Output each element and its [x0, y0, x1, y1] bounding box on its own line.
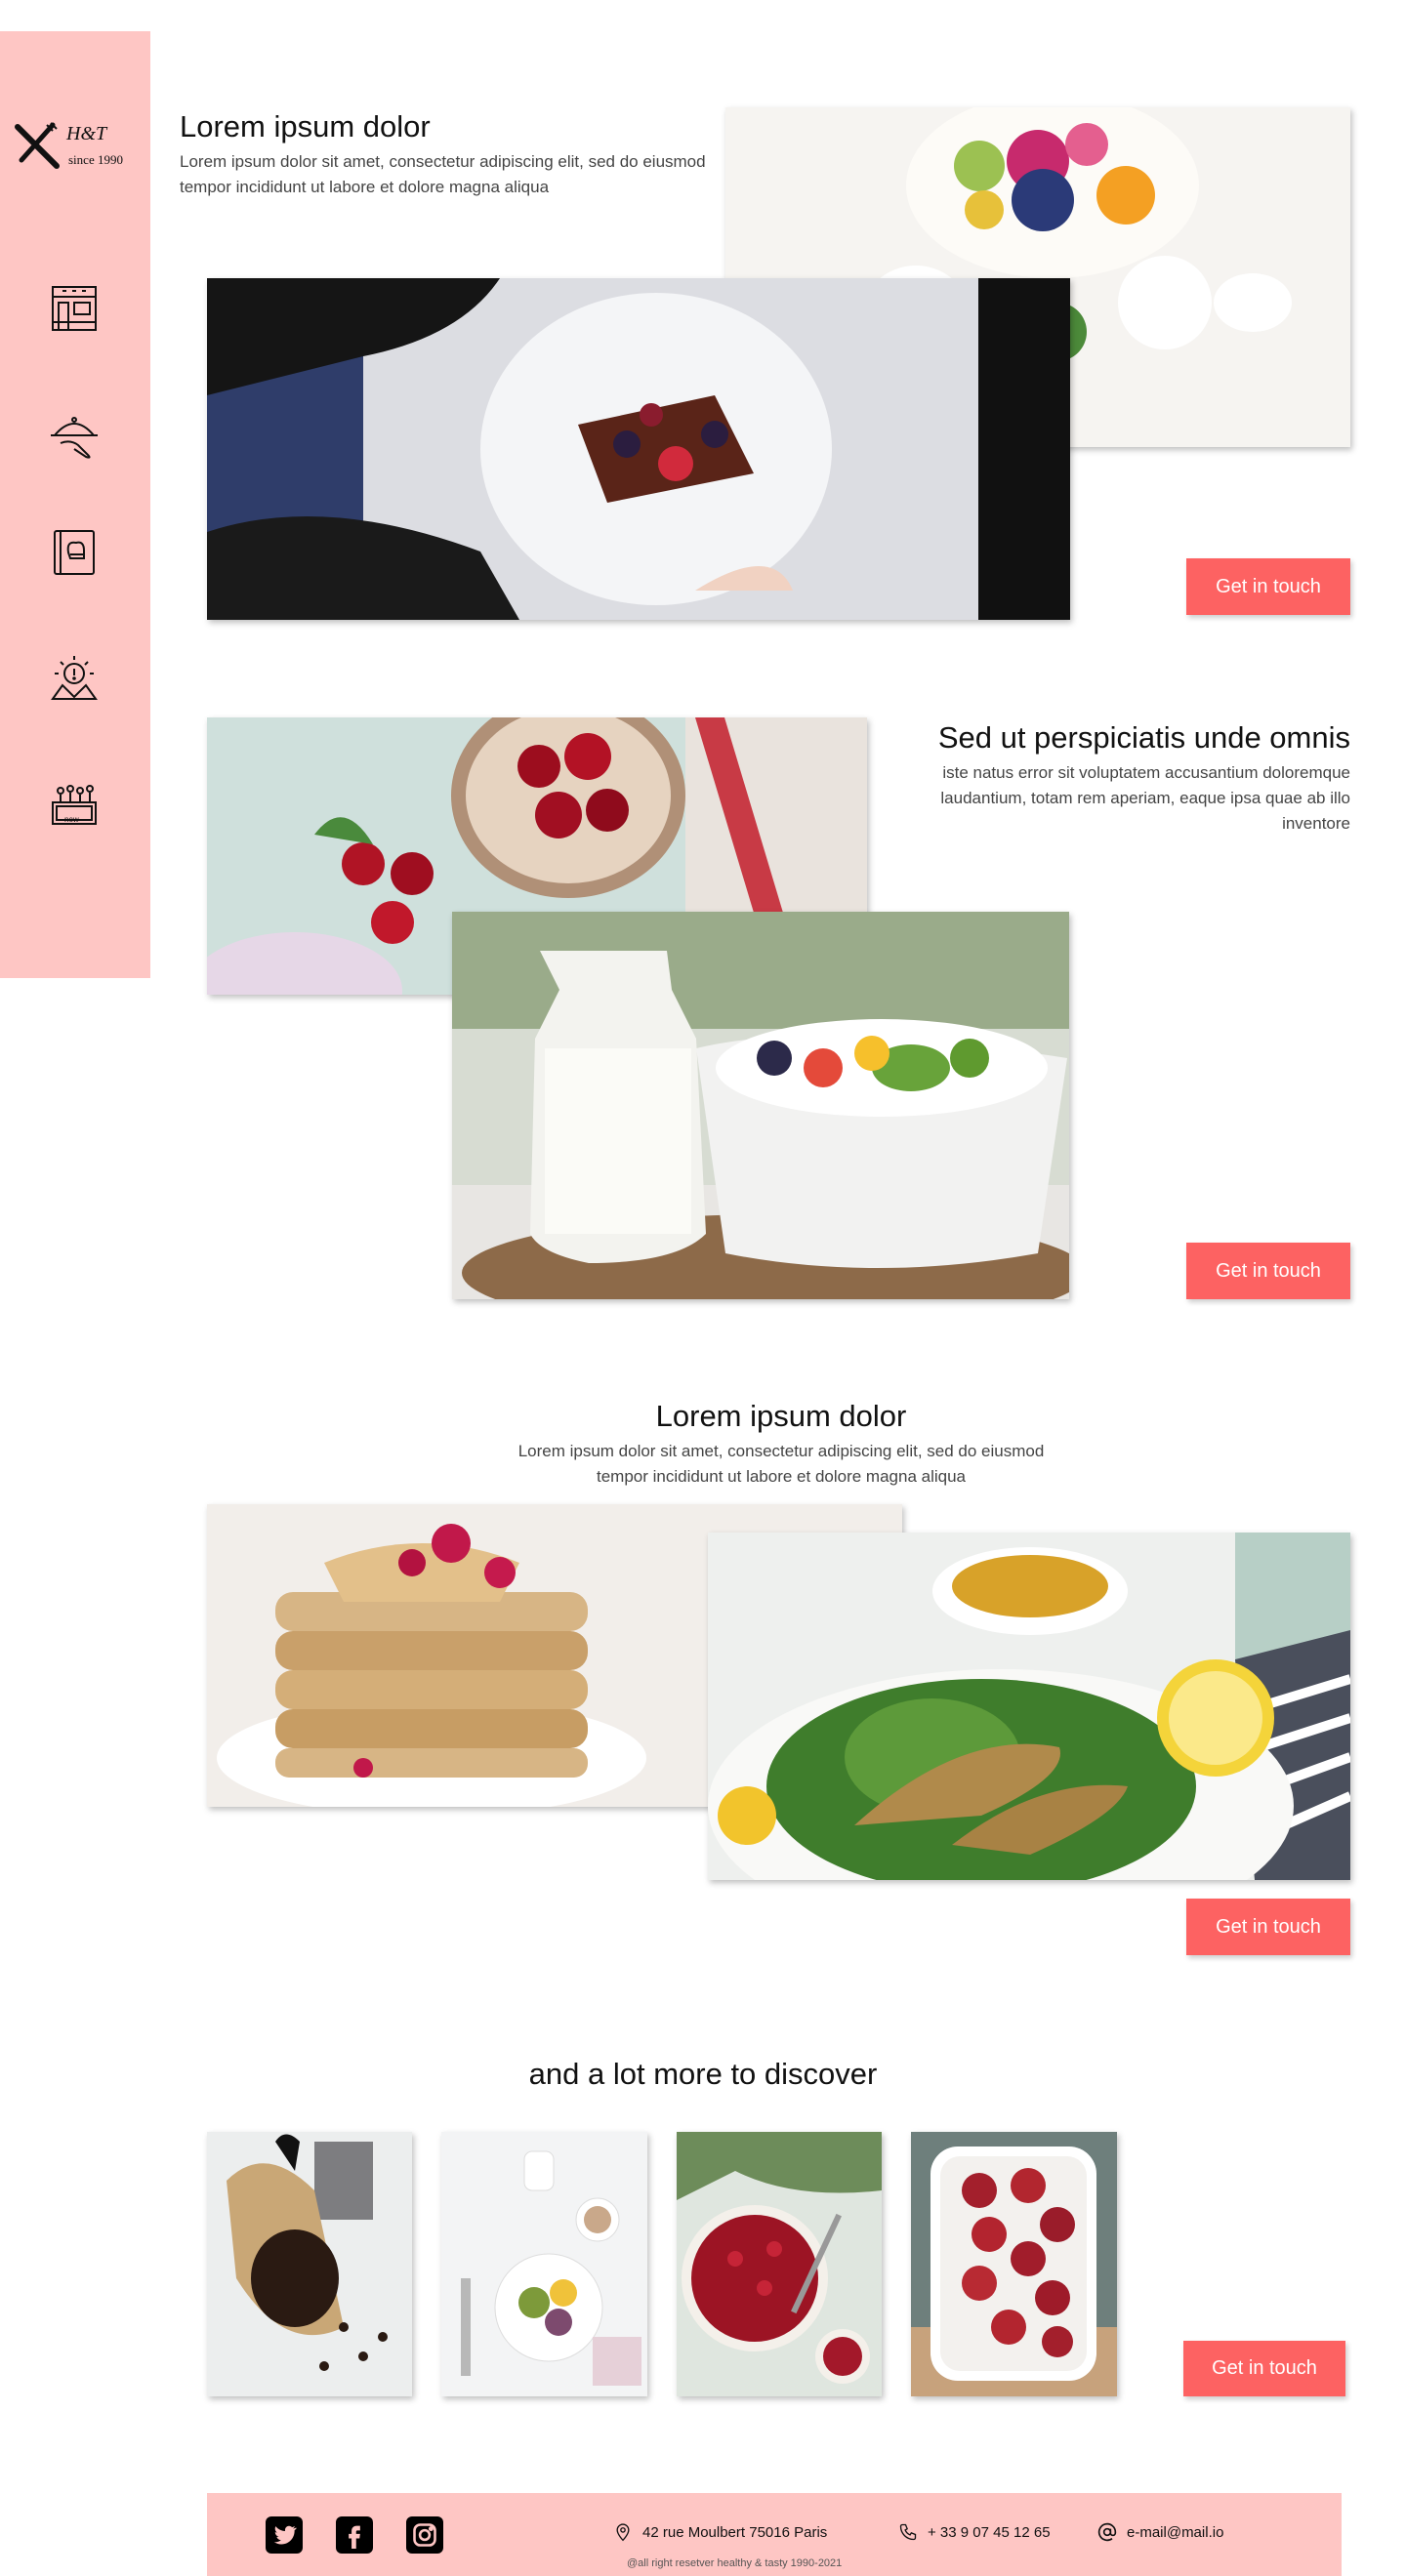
photo-salad-fish — [708, 1533, 1350, 1880]
twitter-icon — [273, 2525, 297, 2545]
sidebar-item-idea[interactable] — [47, 652, 102, 707]
fork-knife-icon — [15, 122, 60, 169]
cookbook-icon — [54, 530, 95, 575]
footer-address-text: 42 rue Moulbert 75016 Paris — [642, 2523, 828, 2541]
at-sign-icon — [1097, 2522, 1117, 2542]
location-pin-icon — [616, 2523, 630, 2542]
section1-get-in-touch-button[interactable]: Get in touch — [1186, 558, 1350, 615]
section3-text: Lorem ipsum dolor sit amet, consectetur … — [517, 1442, 1045, 1486]
section2-get-in-touch-button[interactable]: Get in touch — [1186, 1243, 1350, 1299]
section3-get-in-touch-button[interactable]: Get in touch — [1186, 1899, 1350, 1955]
footer: 42 rue Moulbert 75016 Paris + 33 9 07 45… — [207, 2493, 1342, 2576]
footer-email[interactable]: e-mail@mail.io — [1097, 2522, 1223, 2542]
storefront-icon — [52, 286, 97, 331]
phone-icon — [899, 2523, 917, 2541]
sidebar-item-new[interactable]: new — [47, 779, 102, 834]
facebook-icon — [349, 2525, 360, 2549]
footer-phone: + 33 9 07 45 12 65 — [898, 2522, 1051, 2542]
serving-cloche-icon — [51, 417, 98, 459]
idea-location-icon — [51, 656, 98, 700]
logo-name: H&T — [66, 123, 107, 144]
sidebar-item-storefront[interactable] — [47, 281, 102, 336]
footer-address: 42 rue Moulbert 75016 Paris — [613, 2522, 827, 2542]
footer-phone-text: + 33 9 07 45 12 65 — [928, 2523, 1051, 2541]
footer-email-text: e-mail@mail.io — [1127, 2523, 1224, 2541]
gallery-photo-breakfast — [441, 2132, 647, 2396]
instagram-icon — [413, 2523, 436, 2547]
section1-text: Lorem ipsum dolor sit amet, consectetur … — [180, 152, 706, 196]
section1-title: Lorem ipsum dolor — [180, 109, 431, 143]
logo-since: since 1990 — [68, 152, 123, 167]
photo-milk-fruit-bowl — [452, 912, 1069, 1299]
sidebar-item-serving[interactable] — [47, 408, 102, 463]
section3-title: Lorem ipsum dolor — [655, 1399, 907, 1433]
sidebar-item-cookbook[interactable] — [47, 525, 102, 580]
new-badge: new — [64, 815, 79, 824]
section4-title: and a lot more to discover — [528, 2057, 878, 2091]
new-dishes-icon — [52, 785, 97, 825]
section4-get-in-touch-button[interactable]: Get in touch — [1183, 2341, 1345, 2396]
twitter-link[interactable] — [266, 2516, 303, 2554]
logo[interactable]: H&T since 1990 — [14, 115, 141, 174]
gallery-photo-coffee-beans — [207, 2132, 412, 2396]
instagram-link[interactable] — [406, 2516, 443, 2554]
gallery-photo-roasted-plums — [911, 2132, 1117, 2396]
gallery-photo-berry-tart — [677, 2132, 882, 2396]
footer-copyright: @all right resetver healthy & tasty 1990… — [627, 2557, 843, 2569]
photo-plated-dessert — [207, 278, 1070, 620]
facebook-link[interactable] — [336, 2516, 373, 2554]
section2-text: iste natus error sit voluptatem accusant… — [940, 763, 1350, 833]
